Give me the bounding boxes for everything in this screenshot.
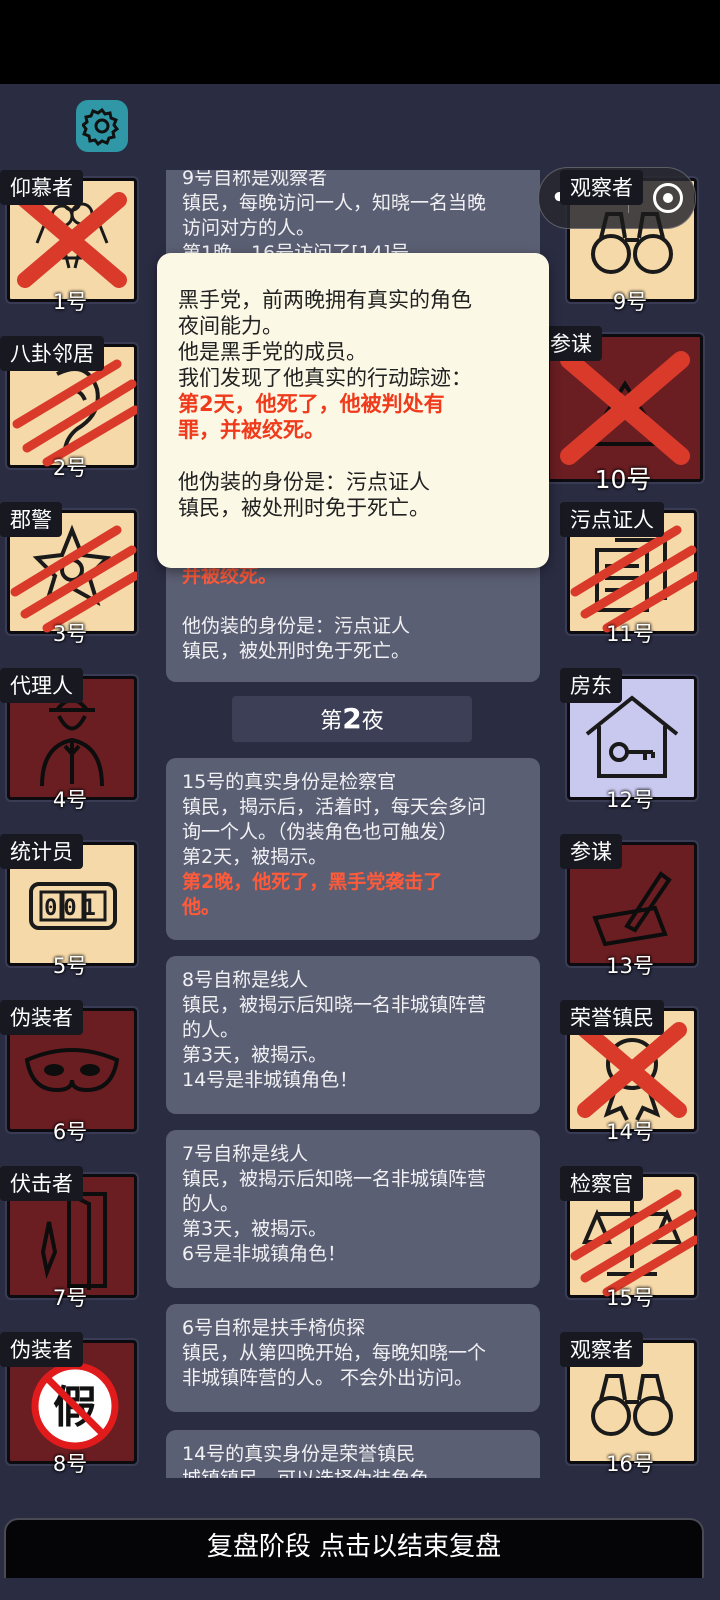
player-card-10[interactable]: 参谋 10号 xyxy=(540,326,706,494)
role-label: 伪装者 xyxy=(0,1000,83,1035)
role-label: 检察官 xyxy=(560,1166,643,1201)
settings-button[interactable] xyxy=(76,100,128,152)
log-line: 的人。 xyxy=(182,1019,240,1041)
role-label: 观察者 xyxy=(560,1332,643,1367)
player-card-7[interactable]: 伏击者 7号 xyxy=(0,1166,140,1310)
log-line-highlight: 他。 xyxy=(182,896,221,918)
role-label: 伏击者 xyxy=(0,1166,83,1201)
role-label: 八卦邻居 xyxy=(0,336,104,371)
player-number: 9号 xyxy=(612,290,648,314)
log-entry: 8号自称是线人 镇民，被揭示后知晓一名非城镇阵营 的人。 第3天，被揭示。 14… xyxy=(166,956,540,1114)
log-line: 第3天，被揭示。 xyxy=(182,1218,328,1240)
log-line: 的人。 xyxy=(182,1193,240,1215)
log-line: 他伪装的身份是：污点证人 xyxy=(182,615,411,637)
log-line: 15号的真实身份是检察官 xyxy=(182,771,397,793)
player-number: 7号 xyxy=(52,1286,88,1310)
popup-line: 我们发现了他真实的行动踪迹： xyxy=(178,366,472,390)
log-line: 非城镇阵营的人。 不会外出访问。 xyxy=(182,1367,474,1389)
player-number: 13号 xyxy=(606,954,654,978)
log-line: 镇民，被揭示后知晓一名非城镇阵营 xyxy=(182,1168,487,1190)
player-number: 10号 xyxy=(594,465,652,494)
popup-line-highlight: 罪，并被绞死。 xyxy=(178,418,325,442)
log-entry: 7号自称是线人 镇民，被揭示后知晓一名非城镇阵营 的人。 第3天，被揭示。 6号… xyxy=(166,1130,540,1288)
player-number: 12号 xyxy=(606,788,654,812)
player-number: 11号 xyxy=(606,622,654,646)
role-info-popup[interactable]: 黑手党，前两晚拥有真实的角色 夜间能力。 他是黑手党的成员。 我们发现了他真实的… xyxy=(157,253,549,568)
night-suffix: 夜 xyxy=(361,709,384,734)
role-label: 荣誉镇民 xyxy=(560,1000,664,1035)
role-label: 房东 xyxy=(560,668,622,703)
log-line: 镇民，被处刑时免于死亡。 xyxy=(182,640,411,662)
status-bar xyxy=(0,0,720,84)
popup-line: 黑手党，前两晚拥有真实的角色 xyxy=(178,288,472,312)
player-card-2[interactable]: 八卦邻居 2号 xyxy=(0,336,140,480)
night-number: 2 xyxy=(342,702,362,735)
popup-line: 镇民，被处刑时免于死亡。 xyxy=(178,496,430,520)
log-line: 9号自称是观察者 xyxy=(182,170,328,189)
player-card-13[interactable]: 参谋 13号 xyxy=(560,834,700,978)
player-number: 5号 xyxy=(52,954,88,978)
role-label: 仰慕者 xyxy=(0,170,83,205)
log-line: 询一个人。（伪装角色也可触发） xyxy=(182,821,458,843)
player-card-11[interactable]: 污点证人 11号 xyxy=(560,502,700,646)
log-line: 第2天，被揭示。 xyxy=(182,846,328,868)
log-line: 14号的真实身份是荣誉镇民 xyxy=(182,1443,416,1465)
player-number: 6号 xyxy=(52,1120,88,1144)
log-line: 镇民，被揭示后知晓一名非城镇阵营 xyxy=(182,994,487,1016)
log-entry: 并被绞死。 他伪装的身份是：污点证人 镇民，被处刑时免于死亡。 xyxy=(166,558,540,682)
log-line: 6号是非城镇角色！ xyxy=(182,1243,347,1265)
log-entry: 14号的真实身份是荣誉镇民 城镇镇民，可以选择伪装角色 xyxy=(166,1430,540,1478)
role-label: 代理人 xyxy=(0,668,83,703)
log-line: 第3天，被揭示。 xyxy=(182,1044,328,1066)
player-number: 16号 xyxy=(606,1452,654,1476)
player-number: 8号 xyxy=(52,1452,88,1476)
player-number: 4号 xyxy=(52,788,88,812)
popup-line-highlight: 第2天，他死了，他被判处有 xyxy=(178,392,445,416)
popup-line: 他伪装的身份是：污点证人 xyxy=(178,470,430,494)
log-line: 7号自称是线人 xyxy=(182,1143,309,1165)
night-header: 第2夜 xyxy=(232,696,472,742)
log-line: 城镇镇民，可以选择伪装角色 xyxy=(182,1467,524,1478)
log-line: 6号自称是扶手椅侦探 xyxy=(182,1317,366,1339)
log-line: 镇民，从第四晚开始，每晚知晓一个 xyxy=(182,1342,487,1364)
role-label: 参谋 xyxy=(560,834,622,869)
role-label: 郡警 xyxy=(0,502,62,537)
role-label: 观察者 xyxy=(560,170,643,205)
log-line: 镇民，每晚访问一人，知晓一名当晚 xyxy=(182,192,487,214)
log-line: 14号是非城镇角色！ xyxy=(182,1069,359,1091)
player-card-6[interactable]: 伪装者 6号 xyxy=(0,1000,140,1144)
player-number: 2号 xyxy=(52,456,88,480)
role-label: 统计员 xyxy=(0,834,83,869)
log-entry: 6号自称是扶手椅侦探 镇民，从第四晚开始，每晚知晓一个 非城镇阵营的人。 不会外… xyxy=(166,1304,540,1412)
player-number: 3号 xyxy=(52,622,88,646)
player-card-8[interactable]: 假 伪装者 8号 xyxy=(0,1332,140,1476)
player-card-15[interactable]: 检察官 15号 xyxy=(560,1166,700,1310)
gear-icon xyxy=(82,107,120,146)
counter-value: 001 xyxy=(44,896,102,921)
log-line: 8号自称是线人 xyxy=(182,969,309,991)
player-card-14[interactable]: 荣誉镇民 14号 xyxy=(560,1000,700,1144)
player-number: 14号 xyxy=(606,1120,654,1144)
log-line-highlight: 第2晚，他死了，黑手党袭击了 xyxy=(182,871,443,893)
player-card-5[interactable]: 001 统计员 5号 xyxy=(0,834,140,978)
player-card-4[interactable]: 代理人 4号 xyxy=(0,668,140,812)
end-review-button[interactable]: 复盘阶段 点击以结束复盘 xyxy=(4,1518,704,1578)
night-prefix: 第 xyxy=(320,709,343,734)
player-card-16[interactable]: 观察者 16号 xyxy=(560,1332,700,1476)
role-label: 伪装者 xyxy=(0,1332,83,1367)
role-label: 污点证人 xyxy=(560,502,664,537)
player-card-12[interactable]: 房东 12号 xyxy=(560,668,700,812)
role-label: 参谋 xyxy=(540,326,602,361)
popup-line: 夜间能力。 xyxy=(178,314,283,338)
player-card-9[interactable]: 观察者 9号 xyxy=(560,170,700,314)
popup-line: 他是黑手党的成员。 xyxy=(178,340,367,364)
player-number: 1号 xyxy=(52,290,88,314)
player-card-3[interactable]: 郡警 3号 xyxy=(0,502,140,646)
log-line: 镇民，揭示后，活着时，每天会多问 xyxy=(182,796,487,818)
player-number: 15号 xyxy=(606,1286,654,1310)
log-entry: 15号的真实身份是检察官 镇民，揭示后，活着时，每天会多问 询一个人。（伪装角色… xyxy=(166,758,540,940)
player-card-1[interactable]: 仰慕者 1号 xyxy=(0,170,140,314)
log-line: 访问对方的人。 xyxy=(182,217,316,239)
